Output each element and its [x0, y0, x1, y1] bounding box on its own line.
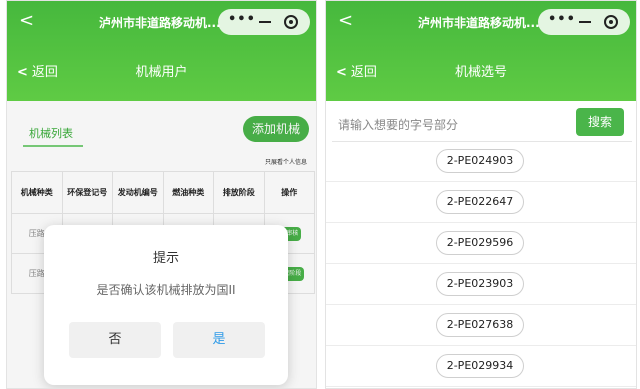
list-item: 2-PE027638 — [326, 305, 636, 346]
page-title: 机械选号 — [454, 65, 507, 80]
plate-option[interactable]: 2-PE027638 — [436, 313, 524, 337]
mini-program-capsule: ••• — [218, 9, 310, 35]
window-title: 泸州市非道路移动机... — [418, 16, 540, 30]
machine-user-screen: < 泸州市非道路移动机... ••• < 返回 机械用户 机械列表 添加机械 只展… — [6, 0, 317, 389]
confirm-dialog: 提示 是否确认该机械排放为国II 否 是 — [44, 225, 288, 385]
window-title: 泸州市非道路移动机... — [99, 16, 221, 30]
window-back-icon[interactable]: < — [338, 10, 353, 31]
nav-bar: < 返回 机械用户 — [7, 57, 316, 83]
search-button[interactable]: 搜索 — [576, 108, 624, 136]
more-dots-icon[interactable]: ••• — [548, 12, 576, 27]
window-bar: < 泸州市非道路移动机... ••• — [326, 7, 636, 35]
plate-option[interactable]: 2-PE024903 — [436, 149, 524, 173]
list-item: 2-PE022647 — [326, 182, 636, 223]
minimize-icon[interactable] — [259, 21, 271, 23]
page-title: 机械用户 — [135, 65, 188, 80]
list-item: 2-PE029934 — [326, 346, 636, 387]
mini-program-capsule: ••• — [538, 9, 630, 35]
dialog-title: 提示 — [152, 251, 179, 266]
plate-option[interactable]: 2-PE022647 — [436, 190, 524, 214]
plate-list: 2-PE024903 2-PE022647 2-PE029596 2-PE023… — [326, 141, 636, 387]
plate-option[interactable]: 2-PE023903 — [436, 272, 524, 296]
more-dots-icon[interactable]: ••• — [228, 12, 256, 27]
plate-option[interactable]: 2-PE029934 — [436, 354, 524, 378]
list-item: 2-PE023903 — [326, 264, 636, 305]
close-circle-icon[interactable] — [284, 15, 298, 29]
machine-number-select-screen: < 泸州市非道路移动机... ••• <返回 机械选号 搜索 2-PE02490… — [325, 0, 637, 389]
list-item: 2-PE024903 — [326, 141, 636, 182]
search-input[interactable] — [338, 113, 578, 137]
app-header: < 泸州市非道路移动机... ••• < 返回 机械选号 — [326, 1, 636, 101]
nav-bar: < 返回 机械选号 — [326, 57, 636, 83]
close-circle-icon[interactable] — [604, 15, 618, 29]
dialog-message: 是否确认该机械排放为国II — [96, 283, 236, 297]
dialog-yes-button[interactable]: 是 — [173, 322, 265, 358]
app-header: < 泸州市非道路移动机... ••• < 返回 机械用户 — [7, 1, 316, 101]
window-bar: < 泸州市非道路移动机... ••• — [7, 7, 316, 35]
window-back-icon[interactable]: < — [19, 10, 34, 31]
list-item: 2-PE029596 — [326, 223, 636, 264]
plate-option[interactable]: 2-PE029596 — [436, 231, 524, 255]
dialog-no-button[interactable]: 否 — [69, 322, 161, 358]
minimize-icon[interactable] — [579, 21, 591, 23]
